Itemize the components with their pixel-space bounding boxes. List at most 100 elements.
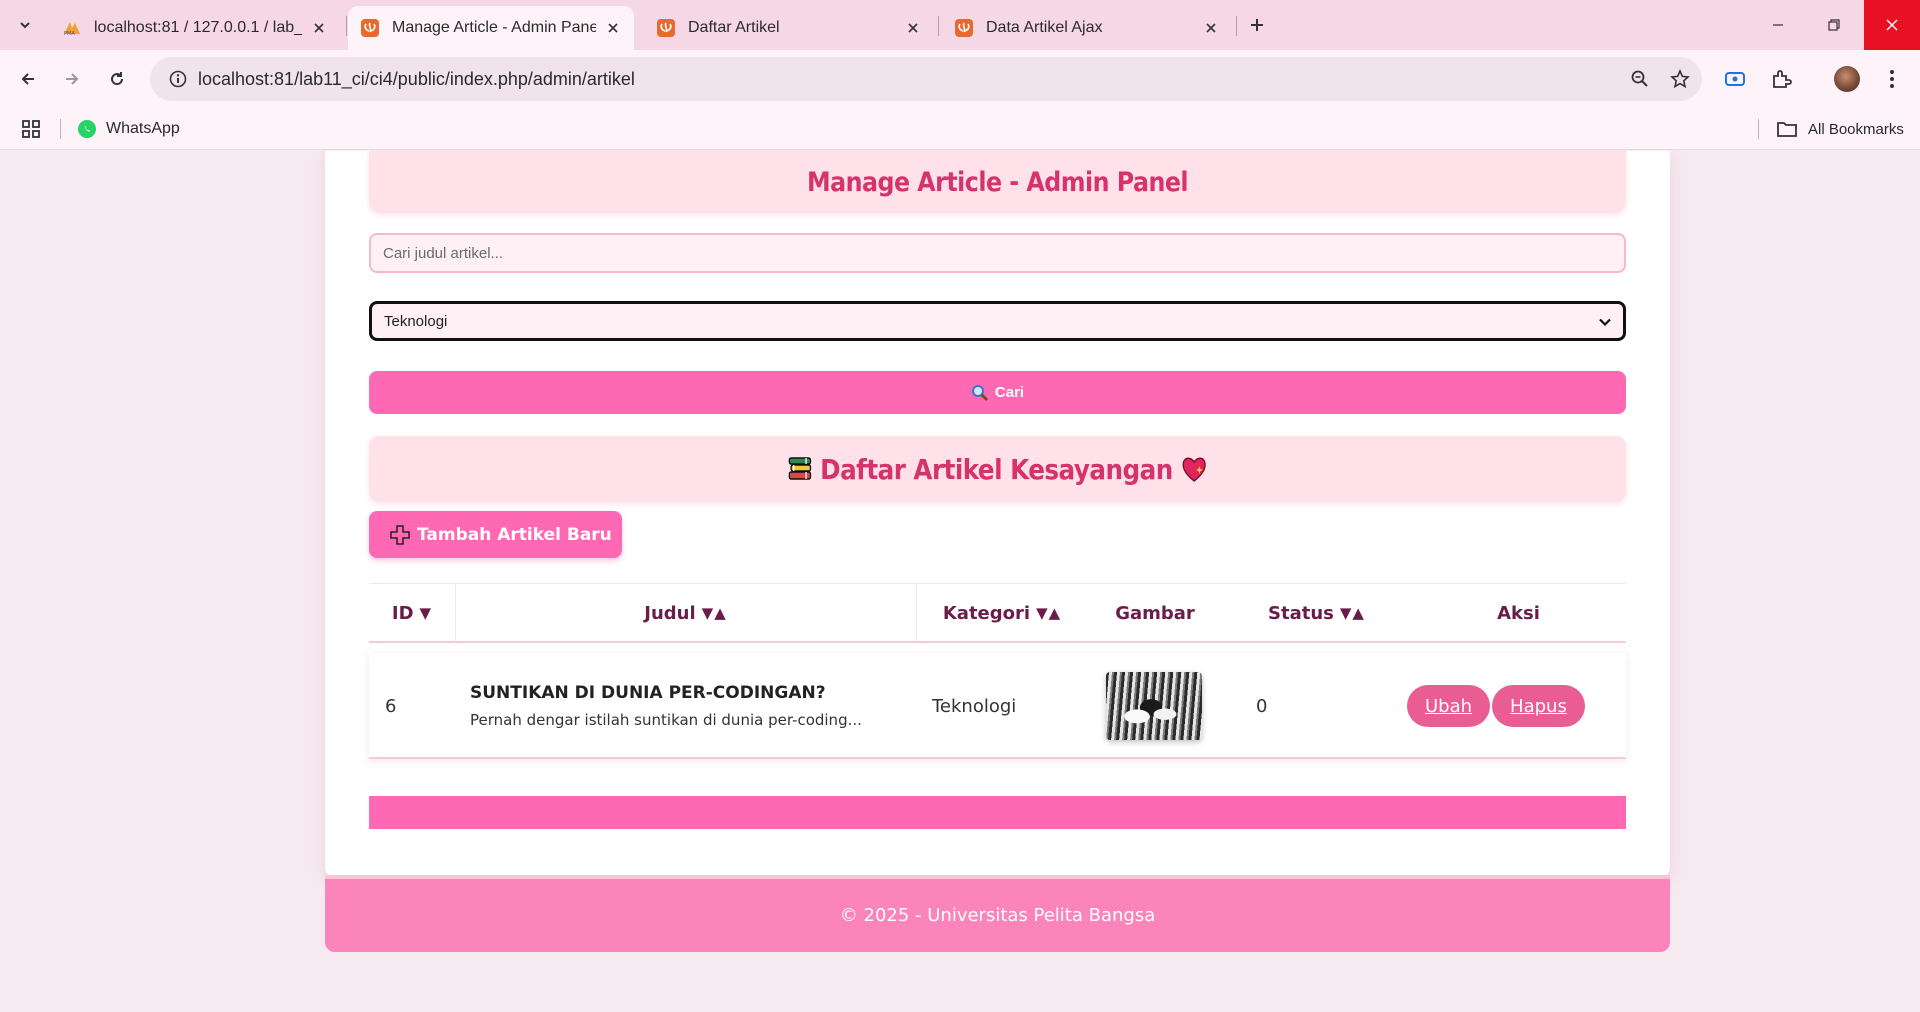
tab-label: Data Artikel Ajax [986, 19, 1103, 36]
bookmark-label: WhatsApp [106, 120, 180, 137]
search-input[interactable] [369, 233, 1626, 273]
cell-gambar [1106, 653, 1202, 759]
tab-manage-article[interactable]: Manage Article - Admin Panel [348, 6, 634, 50]
tab-label: Daftar Artikel [688, 19, 780, 36]
browser-tab-strip: PMA localhost:81 / 127.0.0.1 / lab_ci4 M… [0, 0, 1920, 50]
all-bookmarks-button[interactable]: All Bookmarks [1776, 116, 1904, 142]
menu-kebab-icon[interactable] [1876, 63, 1908, 95]
sort-indicator[interactable]: ▼ [420, 604, 433, 622]
svg-text:PMA: PMA [64, 31, 75, 36]
column-header-label: Status [1268, 602, 1334, 624]
column-header-label: ID [391, 602, 414, 624]
article-thumbnail [1106, 672, 1202, 740]
bookmarks-bar: WhatsApp All Bookmarks [0, 108, 1920, 150]
column-header-label: Kategori [942, 602, 1031, 624]
reload-button[interactable] [101, 63, 133, 95]
column-header-label: Gambar [1115, 602, 1195, 624]
books-icon [787, 454, 813, 484]
column-header-label: Aksi [1497, 602, 1540, 624]
url-text[interactable]: localhost:81/lab11_ci/ci4/public/index.p… [198, 69, 1622, 90]
add-article-label: Tambah Artikel Baru [417, 524, 612, 545]
new-tab-button[interactable] [1244, 12, 1270, 38]
column-header-aksi: Aksi [1411, 584, 1626, 642]
cell-judul: SUNTIKAN DI DUNIA PER-CODINGAN? Pernah d… [470, 653, 862, 759]
page-viewport: Manage Article - Admin Panel Teknologi C… [0, 151, 1920, 1012]
plus-icon [389, 524, 411, 546]
column-header-label: Judul [644, 602, 696, 624]
address-bar[interactable]: localhost:81/lab11_ci/ci4/public/index.p… [150, 57, 1702, 101]
column-header-id[interactable]: ID ▼ [369, 584, 455, 642]
apps-grid-icon[interactable] [20, 118, 44, 142]
admin-container: Manage Article - Admin Panel Teknologi C… [325, 151, 1670, 879]
delete-button[interactable]: Hapus [1492, 685, 1585, 727]
list-title-text: Daftar Artikel Kesayangan [820, 452, 1173, 486]
avatar [1834, 66, 1860, 92]
site-info-icon[interactable] [158, 69, 198, 89]
footer-text: © 2025 - Universitas Pelita Bangsa [839, 905, 1156, 926]
close-icon[interactable] [904, 19, 922, 37]
edit-button[interactable]: Ubah [1407, 685, 1491, 727]
codeigniter-icon [656, 18, 676, 38]
close-icon [1886, 19, 1898, 31]
extensions-icon[interactable] [1765, 63, 1797, 95]
close-icon[interactable] [1202, 19, 1220, 37]
codeigniter-icon [360, 18, 380, 38]
page-header: Manage Article - Admin Panel [369, 151, 1626, 213]
star-icon[interactable] [1662, 61, 1698, 97]
tab-phpmyadmin[interactable]: PMA localhost:81 / 127.0.0.1 / lab_ci4 [50, 6, 340, 50]
column-header-kategori[interactable]: Kategori ▼▲ [916, 584, 1088, 642]
column-header-gambar: Gambar [1088, 584, 1222, 642]
tab-data-artikel-ajax[interactable]: Data Artikel Ajax [942, 6, 1232, 50]
search-button-label: Cari [994, 384, 1025, 401]
restore-button[interactable] [1806, 0, 1862, 50]
phpmyadmin-icon: PMA [62, 18, 82, 38]
codeigniter-icon [954, 18, 974, 38]
whatsapp-icon [78, 120, 96, 138]
sort-indicator[interactable]: ▼▲ [702, 604, 727, 622]
magnifier-icon [971, 384, 989, 402]
tab-divider [938, 16, 939, 36]
tab-search-button[interactable] [12, 12, 38, 38]
plus-icon [1251, 19, 1263, 31]
reload-icon [111, 72, 124, 86]
search-button[interactable]: Cari [369, 371, 1626, 414]
column-header-status[interactable]: Status ▼▲ [1222, 584, 1411, 642]
cell-id: 6 [385, 695, 397, 717]
add-article-button[interactable]: Tambah Artikel Baru [369, 511, 622, 558]
tab-label: localhost:81 / 127.0.0.1 / lab_ci4 [94, 19, 302, 36]
list-header: Daftar Artikel Kesayangan [369, 436, 1626, 502]
back-button[interactable] [12, 63, 44, 95]
bookmarks-divider [1758, 119, 1759, 139]
table-header: ID ▼ Judul ▼▲ Kategori ▼▲ Gambar Status … [369, 583, 1626, 643]
sparkling-heart-icon [1180, 454, 1208, 484]
pagination-bar [369, 796, 1626, 829]
screen-capture-icon[interactable] [1719, 63, 1751, 95]
close-window-button[interactable] [1864, 0, 1920, 50]
table-row: 6 SUNTIKAN DI DUNIA PER-CODINGAN? Pernah… [369, 653, 1626, 759]
article-title: SUNTIKAN DI DUNIA PER-CODINGAN? [470, 683, 826, 703]
folder-icon [1776, 120, 1798, 138]
sort-indicator[interactable]: ▼▲ [1036, 604, 1061, 622]
zoom-icon[interactable] [1622, 61, 1658, 97]
arrow-left-icon [21, 73, 34, 85]
article-table: ID ▼ Judul ▼▲ Kategori ▼▲ Gambar Status … [369, 583, 1626, 759]
column-header-judul[interactable]: Judul ▼▲ [455, 584, 916, 642]
forward-button[interactable] [56, 63, 88, 95]
close-icon[interactable] [604, 19, 622, 37]
article-summary: Pernah dengar istilah suntikan di dunia … [470, 711, 862, 729]
chevron-down-icon [1597, 314, 1613, 334]
close-icon[interactable] [310, 19, 328, 37]
bookmark-whatsapp[interactable]: WhatsApp [78, 116, 180, 142]
sort-indicator[interactable]: ▼▲ [1340, 604, 1365, 622]
cell-status: 0 [1256, 695, 1268, 717]
profile-avatar[interactable] [1831, 63, 1863, 95]
arrow-right-icon [66, 73, 79, 85]
category-select-value: Teknologi [384, 312, 448, 330]
minimize-button[interactable] [1750, 0, 1806, 50]
category-select[interactable]: Teknologi [369, 301, 1626, 341]
minimize-icon [1773, 24, 1783, 26]
cell-aksi: Ubah Hapus [1407, 653, 1585, 759]
list-title: Daftar Artikel Kesayangan [780, 453, 1215, 486]
tab-daftar-artikel[interactable]: Daftar Artikel [644, 6, 934, 50]
all-bookmarks-label: All Bookmarks [1808, 120, 1904, 138]
